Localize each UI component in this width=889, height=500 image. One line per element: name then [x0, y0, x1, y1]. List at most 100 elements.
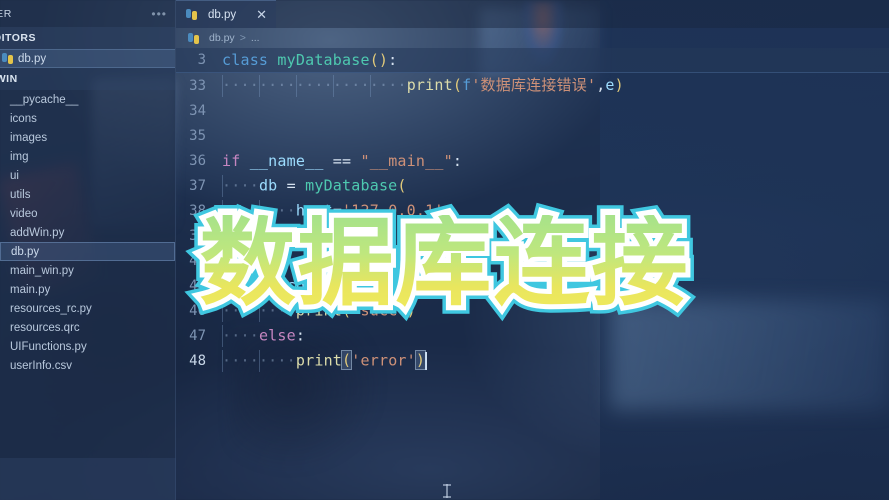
whitespace-dots: ····: [295, 76, 333, 95]
whitespace-dots: ····: [222, 251, 259, 269]
code-token: get_connection: [342, 251, 472, 269]
code-line-content: ····db = myDatabase(: [222, 174, 407, 197]
file-tree-item[interactable]: __pycache__: [0, 90, 175, 109]
breadcrumb[interactable]: db.py > ...: [176, 28, 889, 48]
explorer-sidebar: RER ••• EDITORS db.py I_WIN __pycache__i…: [0, 0, 176, 500]
code-line[interactable]: 34: [176, 98, 889, 123]
file-tree-item[interactable]: resources_rc.py: [0, 299, 175, 318]
file-tree-item[interactable]: main.py: [0, 280, 175, 299]
code-line[interactable]: 38 ········host='127.0.0.1',: [176, 198, 889, 223]
project-folder-header[interactable]: I_WIN: [0, 68, 175, 90]
file-tree-item-label: img: [10, 150, 29, 163]
whitespace-dots: ····: [258, 201, 296, 219]
breadcrumb-tail[interactable]: ...: [251, 32, 260, 44]
open-editor-item-db-py[interactable]: db.py: [0, 49, 175, 68]
code-token: =: [286, 176, 306, 194]
file-tree-item-label: video: [10, 207, 38, 220]
file-tree-item[interactable]: utils: [0, 185, 175, 204]
line-number: 33: [189, 77, 206, 94]
timeline-panel-header[interactable]: INE: [0, 479, 176, 500]
code-token: 'error': [351, 351, 416, 369]
outline-panel-header[interactable]: NE: [0, 458, 176, 479]
file-tree-item[interactable]: ui: [0, 166, 175, 185]
whitespace-dots: ····: [222, 76, 259, 95]
whitespace-dots: ····: [222, 326, 259, 344]
line-number: 47: [189, 327, 206, 344]
line-number: 39: [189, 227, 206, 244]
file-tree-item-label: db.py: [11, 245, 40, 258]
code-line[interactable]: 39 ········user='root': [176, 223, 889, 248]
file-tree-item-label: icons: [10, 112, 37, 125]
code-token: :: [295, 326, 306, 344]
file-tree-item-label: main_win.py: [10, 264, 74, 277]
breadcrumb-file[interactable]: db.py: [209, 32, 235, 44]
code-token: ,: [443, 201, 453, 219]
tab-label: db.py: [208, 8, 237, 21]
open-editors-header[interactable]: EDITORS: [0, 27, 175, 49]
whitespace-dots: ····: [258, 226, 296, 244]
line-number: 35: [189, 127, 206, 144]
chevron-right-icon: >: [239, 32, 246, 44]
code-line[interactable]: 48 ········print('error'): [176, 348, 889, 373]
editor-tab-bar: db.py ✕: [176, 0, 889, 28]
code-token: "__main__": [360, 151, 453, 170]
code-token: ): [614, 76, 624, 95]
vscode-window: RER ••• EDITORS db.py I_WIN __pycache__i…: [0, 0, 889, 500]
file-tree-item-label: resources_rc.py: [10, 302, 92, 315]
code-line[interactable]: 33 ····················print(f'数据库连接错误',e…: [176, 73, 889, 98]
file-tree-item[interactable]: UIFunctions.py: [0, 337, 175, 356]
code-token: __name__: [249, 151, 324, 170]
line-number: 38: [189, 202, 206, 219]
code-editor-lines[interactable]: 33 ····················print(f'数据库连接错误',e…: [176, 73, 889, 373]
code-line-content: ····con = db.get_connection(): [222, 249, 490, 272]
code-line-content: ········host='127.0.0.1',: [222, 199, 453, 222]
file-tree-item[interactable]: addWin.py: [0, 223, 175, 242]
file-tree-item[interactable]: icons: [0, 109, 175, 128]
open-editor-label: db.py: [18, 52, 47, 65]
code-token: '数据库连接错误': [471, 76, 597, 95]
tab-db-py[interactable]: db.py ✕: [176, 0, 277, 28]
code-token: e: [605, 76, 615, 95]
sticky-line-code: class myDatabase():: [222, 51, 397, 69]
code-line[interactable]: 45 ····if con:: [176, 273, 889, 298]
more-actions-icon[interactable]: •••: [151, 7, 167, 21]
file-tree-item-label: ui: [10, 169, 19, 182]
explorer-title: RER: [0, 7, 12, 20]
file-tree-item[interactable]: img: [0, 147, 175, 166]
file-tree-item[interactable]: db.py: [0, 242, 175, 261]
whitespace-dots: ····: [222, 351, 259, 369]
code-token: 'root': [342, 226, 398, 244]
file-tree-item-label: resources.qrc: [10, 321, 80, 334]
code-token: (): [471, 251, 490, 269]
python-file-icon: [2, 53, 13, 64]
python-file-icon: [188, 32, 199, 44]
sticky-line-number: 3: [197, 52, 206, 68]
code-line[interactable]: 44 ····con = db.get_connection(): [176, 248, 889, 273]
sticky-scroll-line[interactable]: 3 class myDatabase():: [176, 48, 889, 73]
file-tree-item[interactable]: userInfo.csv: [0, 356, 175, 375]
line-number: 46: [189, 302, 206, 319]
file-tree-item[interactable]: main_win.py: [0, 261, 175, 280]
screen-recording-frame: RER ••• EDITORS db.py I_WIN __pycache__i…: [0, 0, 889, 500]
code-token: else: [258, 326, 296, 344]
whitespace-dots: ····: [258, 301, 296, 319]
code-line[interactable]: 46 ········print('succ'): [176, 298, 889, 323]
code-line[interactable]: 47 ····else:: [176, 323, 889, 348]
file-tree-item[interactable]: resources.qrc: [0, 318, 175, 337]
code-line[interactable]: 37 ····db = myDatabase(: [176, 173, 889, 198]
code-line[interactable]: 35: [176, 123, 889, 148]
code-token: (: [452, 76, 463, 95]
whitespace-dots: ····: [258, 76, 296, 95]
code-token: print: [406, 76, 453, 95]
code-token: f: [462, 76, 472, 95]
code-line[interactable]: 36 if __name__ == "__main__":: [176, 148, 889, 173]
file-tree-item[interactable]: video: [0, 204, 175, 223]
file-tree-item-label: utils: [10, 188, 31, 201]
code-token: '127.0.0.1': [342, 201, 444, 219]
file-tree-item[interactable]: images: [0, 128, 175, 147]
close-icon[interactable]: ✕: [256, 8, 267, 21]
editor-area: db.py ✕ db.py > ... 3 class myDatabase()…: [176, 0, 889, 500]
code-token: =: [332, 201, 343, 219]
code-token: print: [295, 301, 343, 319]
code-token: 'succ': [351, 301, 407, 319]
